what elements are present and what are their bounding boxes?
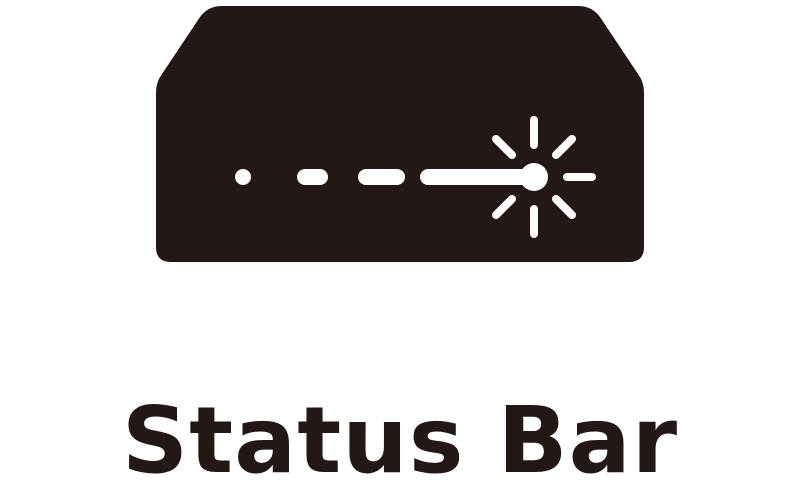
device-body-shape [156,6,644,262]
status-bar-icon-container [0,0,800,300]
status-bar-icon [156,6,644,262]
caption-text: Status Bar [121,387,679,494]
status-light [520,163,548,191]
status-dot [235,169,251,185]
